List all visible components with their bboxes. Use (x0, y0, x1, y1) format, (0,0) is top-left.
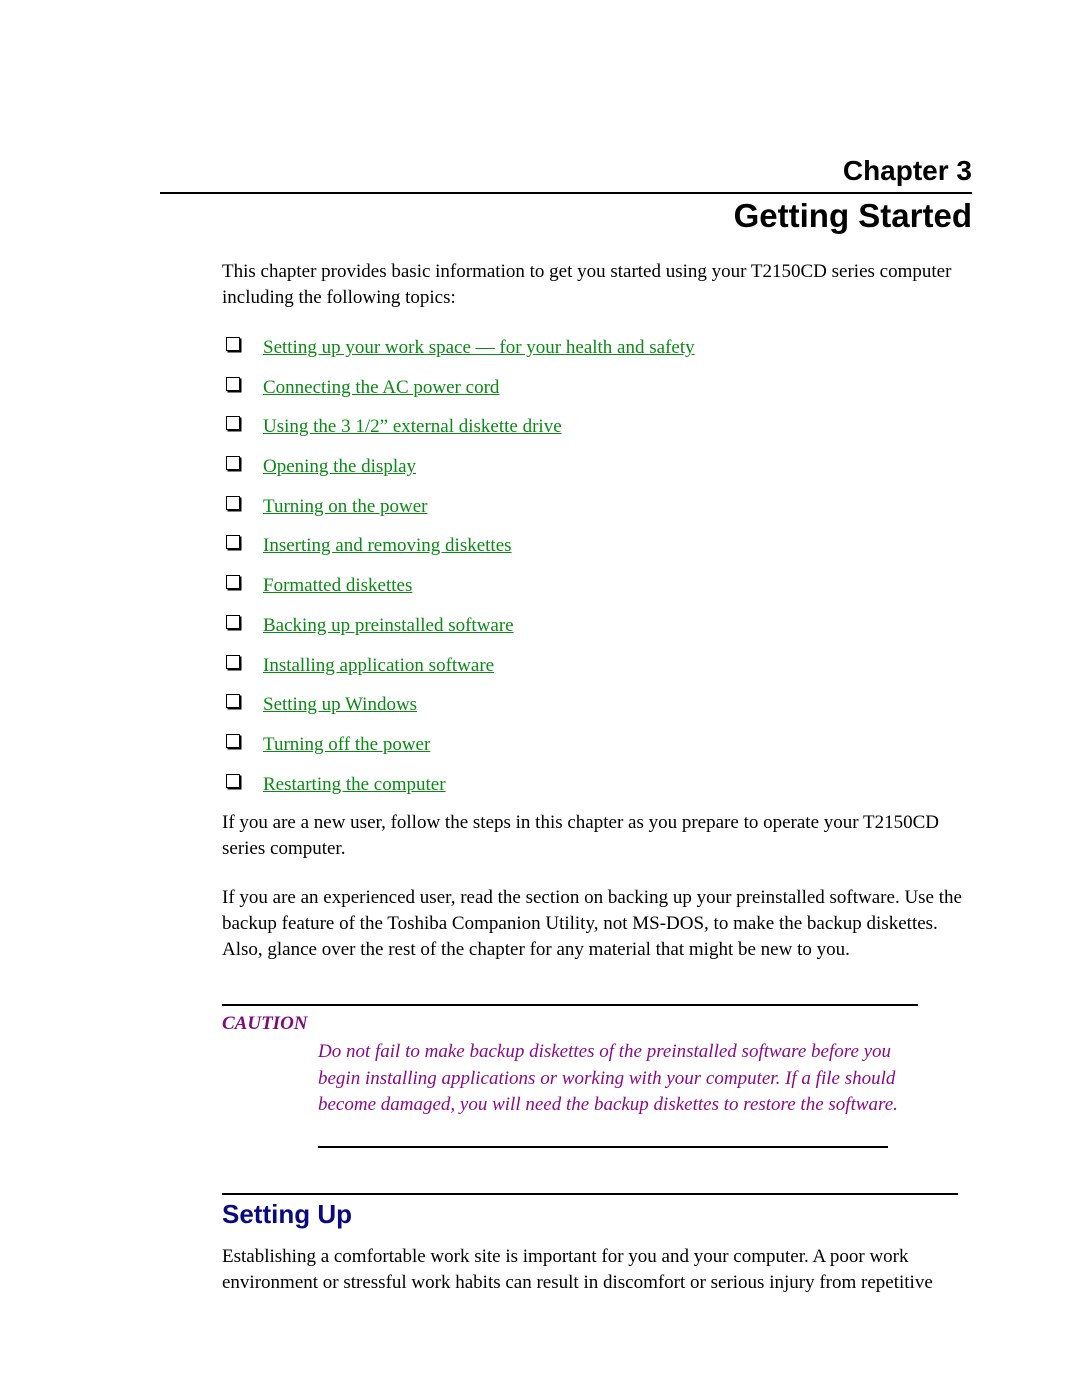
caution-rule-bottom (318, 1146, 888, 1148)
topic-list: Setting up your work space — for your he… (226, 335, 695, 811)
topic-link[interactable]: Installing application software (263, 653, 494, 679)
topic-item: Setting up your work space — for your he… (226, 335, 695, 375)
checkbox-icon (226, 416, 240, 431)
topic-link[interactable]: Setting up your work space — for your he… (263, 335, 695, 361)
topic-item: Using the 3 1/2” external diskette drive (226, 414, 695, 454)
topic-link[interactable]: Turning on the power (263, 494, 428, 520)
topic-link[interactable]: Turning off the power (263, 732, 430, 758)
topic-link[interactable]: Restarting the computer (263, 772, 446, 798)
section-paragraph: Establishing a comfortable work site is … (222, 1246, 933, 1293)
topic-link[interactable]: Setting up Windows (263, 692, 417, 718)
topic-item: Restarting the computer (226, 772, 695, 812)
chapter-rule (160, 192, 972, 194)
topic-item: Connecting the AC power cord (226, 375, 695, 415)
section-title: Setting Up (222, 1199, 352, 1229)
topic-item: Installing application software (226, 653, 695, 693)
chapter-label: Chapter 3 (842, 155, 972, 186)
checkbox-icon (226, 495, 240, 510)
checkbox-icon (226, 337, 240, 351)
topic-item: Opening the display (226, 454, 695, 494)
caution-rule-top (222, 1004, 918, 1006)
topic-link[interactable]: Opening the display (263, 454, 416, 480)
topic-item: Turning off the power (226, 732, 695, 772)
topic-item: Backing up preinstalled software (226, 613, 695, 653)
checkbox-icon (226, 376, 240, 391)
topic-link[interactable]: Backing up preinstalled software (263, 613, 514, 639)
checkbox-icon (226, 456, 240, 471)
caution-label: CAUTION (222, 1013, 308, 1034)
topic-link[interactable]: Inserting and removing diskettes (263, 533, 512, 559)
checkbox-icon (226, 535, 240, 550)
topic-item: Turning on the power (226, 494, 695, 534)
intro-paragraph: This chapter provides basic information … (222, 261, 952, 308)
topic-item: Setting up Windows (226, 692, 695, 732)
checkbox-icon (226, 773, 240, 788)
experienced-user-paragraph: If you are an experienced user, read the… (222, 887, 962, 960)
topic-link[interactable]: Connecting the AC power cord (263, 375, 499, 401)
checkbox-icon (226, 694, 240, 709)
checkbox-icon (226, 733, 240, 748)
checkbox-icon (226, 575, 240, 590)
checkbox-icon (226, 614, 240, 629)
checkbox-icon (226, 654, 240, 669)
topic-item: Formatted diskettes (226, 573, 695, 613)
caution-text: Do not fail to make backup diskettes of … (318, 1041, 898, 1116)
chapter-title: Getting Started (733, 197, 972, 234)
topic-link[interactable]: Using the 3 1/2” external diskette drive (263, 414, 562, 440)
topic-link[interactable]: Formatted diskettes (263, 573, 412, 599)
topic-item: Inserting and removing diskettes (226, 533, 695, 573)
new-user-paragraph: If you are a new user, follow the steps … (222, 812, 939, 859)
section-rule (222, 1193, 958, 1195)
